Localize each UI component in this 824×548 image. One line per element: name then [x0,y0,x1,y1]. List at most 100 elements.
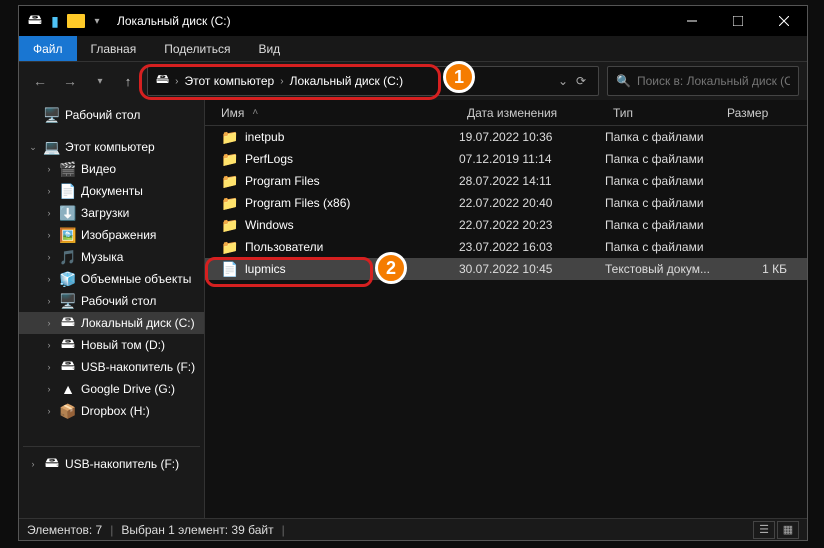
sidebar-item-blank [19,422,204,440]
table-row[interactable]: 📁PerfLogs07.12.2019 11:14Папка с файлами [205,148,807,170]
navbar: ← → ▾ ↑ 🖴 › Этот компьютер › Локальный д… [19,62,807,100]
sidebar: 🖥️Рабочий стол ⌄💻Этот компьютер ›🎬Видео … [19,100,205,518]
sidebar-item-desktop2[interactable]: ›🖥️Рабочий стол [19,290,204,312]
ribbon: Файл Главная Поделиться Вид [19,36,807,62]
sidebar-item-downloads[interactable]: ›⬇️Загрузки [19,202,204,224]
ribbon-tab-view[interactable]: Вид [244,36,294,61]
objects3d-icon: 🧊 [59,271,77,288]
ribbon-tab-share[interactable]: Поделиться [150,36,244,61]
column-date[interactable]: Дата изменения [459,106,605,120]
address-drive-icon: 🖴 [156,70,169,92]
view-details-button[interactable]: ☰ [753,521,775,539]
chevron-right-icon[interactable]: › [27,459,39,469]
chevron-right-icon[interactable]: › [43,362,55,372]
folder-icon: 📁 [221,173,237,190]
chevron-right-icon[interactable]: › [43,274,55,284]
titlebar: 🖴 ▮ ▾ Локальный диск (C:) [19,6,807,36]
chevron-right-icon[interactable]: › [43,252,55,262]
column-type[interactable]: Тип [605,106,719,120]
pictures-icon: 🖼️ [59,227,77,244]
gdrive-icon: ▲ [59,381,77,397]
file-list: 📁inetpub19.07.2022 10:36Папка с файлами … [205,126,807,280]
chevron-down-icon[interactable]: ⌄ [27,142,39,153]
annotation-marker-2: 2 [375,252,407,284]
chevron-right-icon[interactable]: › [43,384,55,394]
nav-forward-button[interactable]: → [57,68,83,94]
sort-asc-icon: ˄ [252,107,258,118]
close-button[interactable] [761,6,807,36]
column-headers: Имя˄ Дата изменения Тип Размер [205,100,807,126]
table-row[interactable]: 📁Пользователи23.07.2022 16:03Папка с фай… [205,236,807,258]
pc-icon: 💻 [43,139,61,156]
chevron-right-icon[interactable]: › [43,208,55,218]
sidebar-item-pictures[interactable]: ›🖼️Изображения [19,224,204,246]
sidebar-item-video[interactable]: ›🎬Видео [19,158,204,180]
search-icon: 🔍 [616,74,631,88]
drive-icon: 🖴 [27,13,43,29]
column-name[interactable]: Имя˄ [205,106,459,120]
chevron-right-icon[interactable]: › [43,186,55,196]
ribbon-file-tab[interactable]: Файл [19,36,77,61]
minimize-button[interactable] [669,6,715,36]
sidebar-item-documents[interactable]: ›📄Документы [19,180,204,202]
chevron-right-icon[interactable]: › [43,340,55,350]
nav-back-button[interactable]: ← [27,68,53,94]
address-bar[interactable]: 🖴 › Этот компьютер › Локальный диск (C:)… [147,66,599,96]
nav-history-dropdown[interactable]: ▾ [87,68,113,94]
desktop-icon: 🖥️ [43,107,61,124]
chevron-right-icon[interactable]: › [43,164,55,174]
folder-icon: 📁 [221,195,237,212]
chevron-right-icon: › [175,76,178,87]
maximize-button[interactable] [715,6,761,36]
video-icon: 🎬 [59,161,77,178]
desktop-icon: 🖥️ [59,293,77,310]
table-row[interactable]: 📁inetpub19.07.2022 10:36Папка с файлами [205,126,807,148]
folder-icon: 📁 [221,151,237,168]
table-row-selected[interactable]: 📄lupmics30.07.2022 10:45Текстовый докум.… [205,258,807,280]
table-row[interactable]: 📁Windows22.07.2022 20:23Папка с файлами [205,214,807,236]
annotation-marker-1: 1 [443,61,475,93]
drive-icon: 🖴 [59,311,77,335]
search-input[interactable] [637,74,790,88]
column-size[interactable]: Размер [719,106,807,120]
sidebar-item-desktop[interactable]: 🖥️Рабочий стол [19,104,204,126]
chevron-right-icon[interactable]: › [43,318,55,328]
music-icon: 🎵 [59,249,77,266]
downloads-icon: ⬇️ [59,205,77,222]
folder-icon: 📁 [221,217,237,234]
file-icon: 📄 [221,261,237,278]
folder-icon [67,14,85,28]
dropbox-icon: 📦 [59,403,77,420]
chevron-right-icon[interactable]: › [43,296,55,306]
sidebar-item-dropbox[interactable]: ›📦Dropbox (H:) [19,400,204,422]
table-row[interactable]: 📁Program Files28.07.2022 14:11Папка с фа… [205,170,807,192]
sidebar-item-localdisk[interactable]: ›🖴Локальный диск (C:) [19,312,204,334]
table-row[interactable]: 📁Program Files (x86)22.07.2022 20:40Папк… [205,192,807,214]
window-title: Локальный диск (C:) [117,14,231,28]
file-list-area: Имя˄ Дата изменения Тип Размер 📁inetpub1… [205,100,807,518]
chevron-right-icon[interactable]: › [43,406,55,416]
view-icons-button[interactable]: ▦ [777,521,799,539]
refresh-icon[interactable]: ⟳ [572,74,590,88]
sidebar-item-usb1[interactable]: ›🖴USB-накопитель (F:) [19,356,204,378]
sidebar-item-thispc[interactable]: ⌄💻Этот компьютер [19,136,204,158]
drive-icon: 🖴 [59,333,77,357]
sidebar-item-usb2[interactable]: ›🖴USB-накопитель (F:) [19,453,204,475]
usb-icon: 🖴 [43,452,61,476]
documents-icon: 📄 [59,183,77,200]
address-dropdown-icon[interactable]: ⌄ [554,74,572,88]
sidebar-item-newvol[interactable]: ›🖴Новый том (D:) [19,334,204,356]
ribbon-tab-home[interactable]: Главная [77,36,151,61]
sidebar-item-music[interactable]: ›🎵Музыка [19,246,204,268]
chevron-right-icon[interactable]: › [43,230,55,240]
breadcrumb-item[interactable]: Локальный диск (C:) [290,74,404,88]
status-count: Элементов: 7 [27,523,102,537]
folder-icon: 📁 [221,239,237,256]
sidebar-item-gdrive[interactable]: ›▲Google Drive (G:) [19,378,204,400]
nav-up-button[interactable]: ↑ [117,70,139,92]
status-selection: Выбран 1 элемент: 39 байт [121,523,273,537]
search-bar[interactable]: 🔍 [607,66,799,96]
sidebar-item-3dobjects[interactable]: ›🧊Объемные объекты [19,268,204,290]
breadcrumb-item[interactable]: Этот компьютер [184,74,274,88]
qat-dropdown-icon[interactable]: ▾ [89,13,105,29]
